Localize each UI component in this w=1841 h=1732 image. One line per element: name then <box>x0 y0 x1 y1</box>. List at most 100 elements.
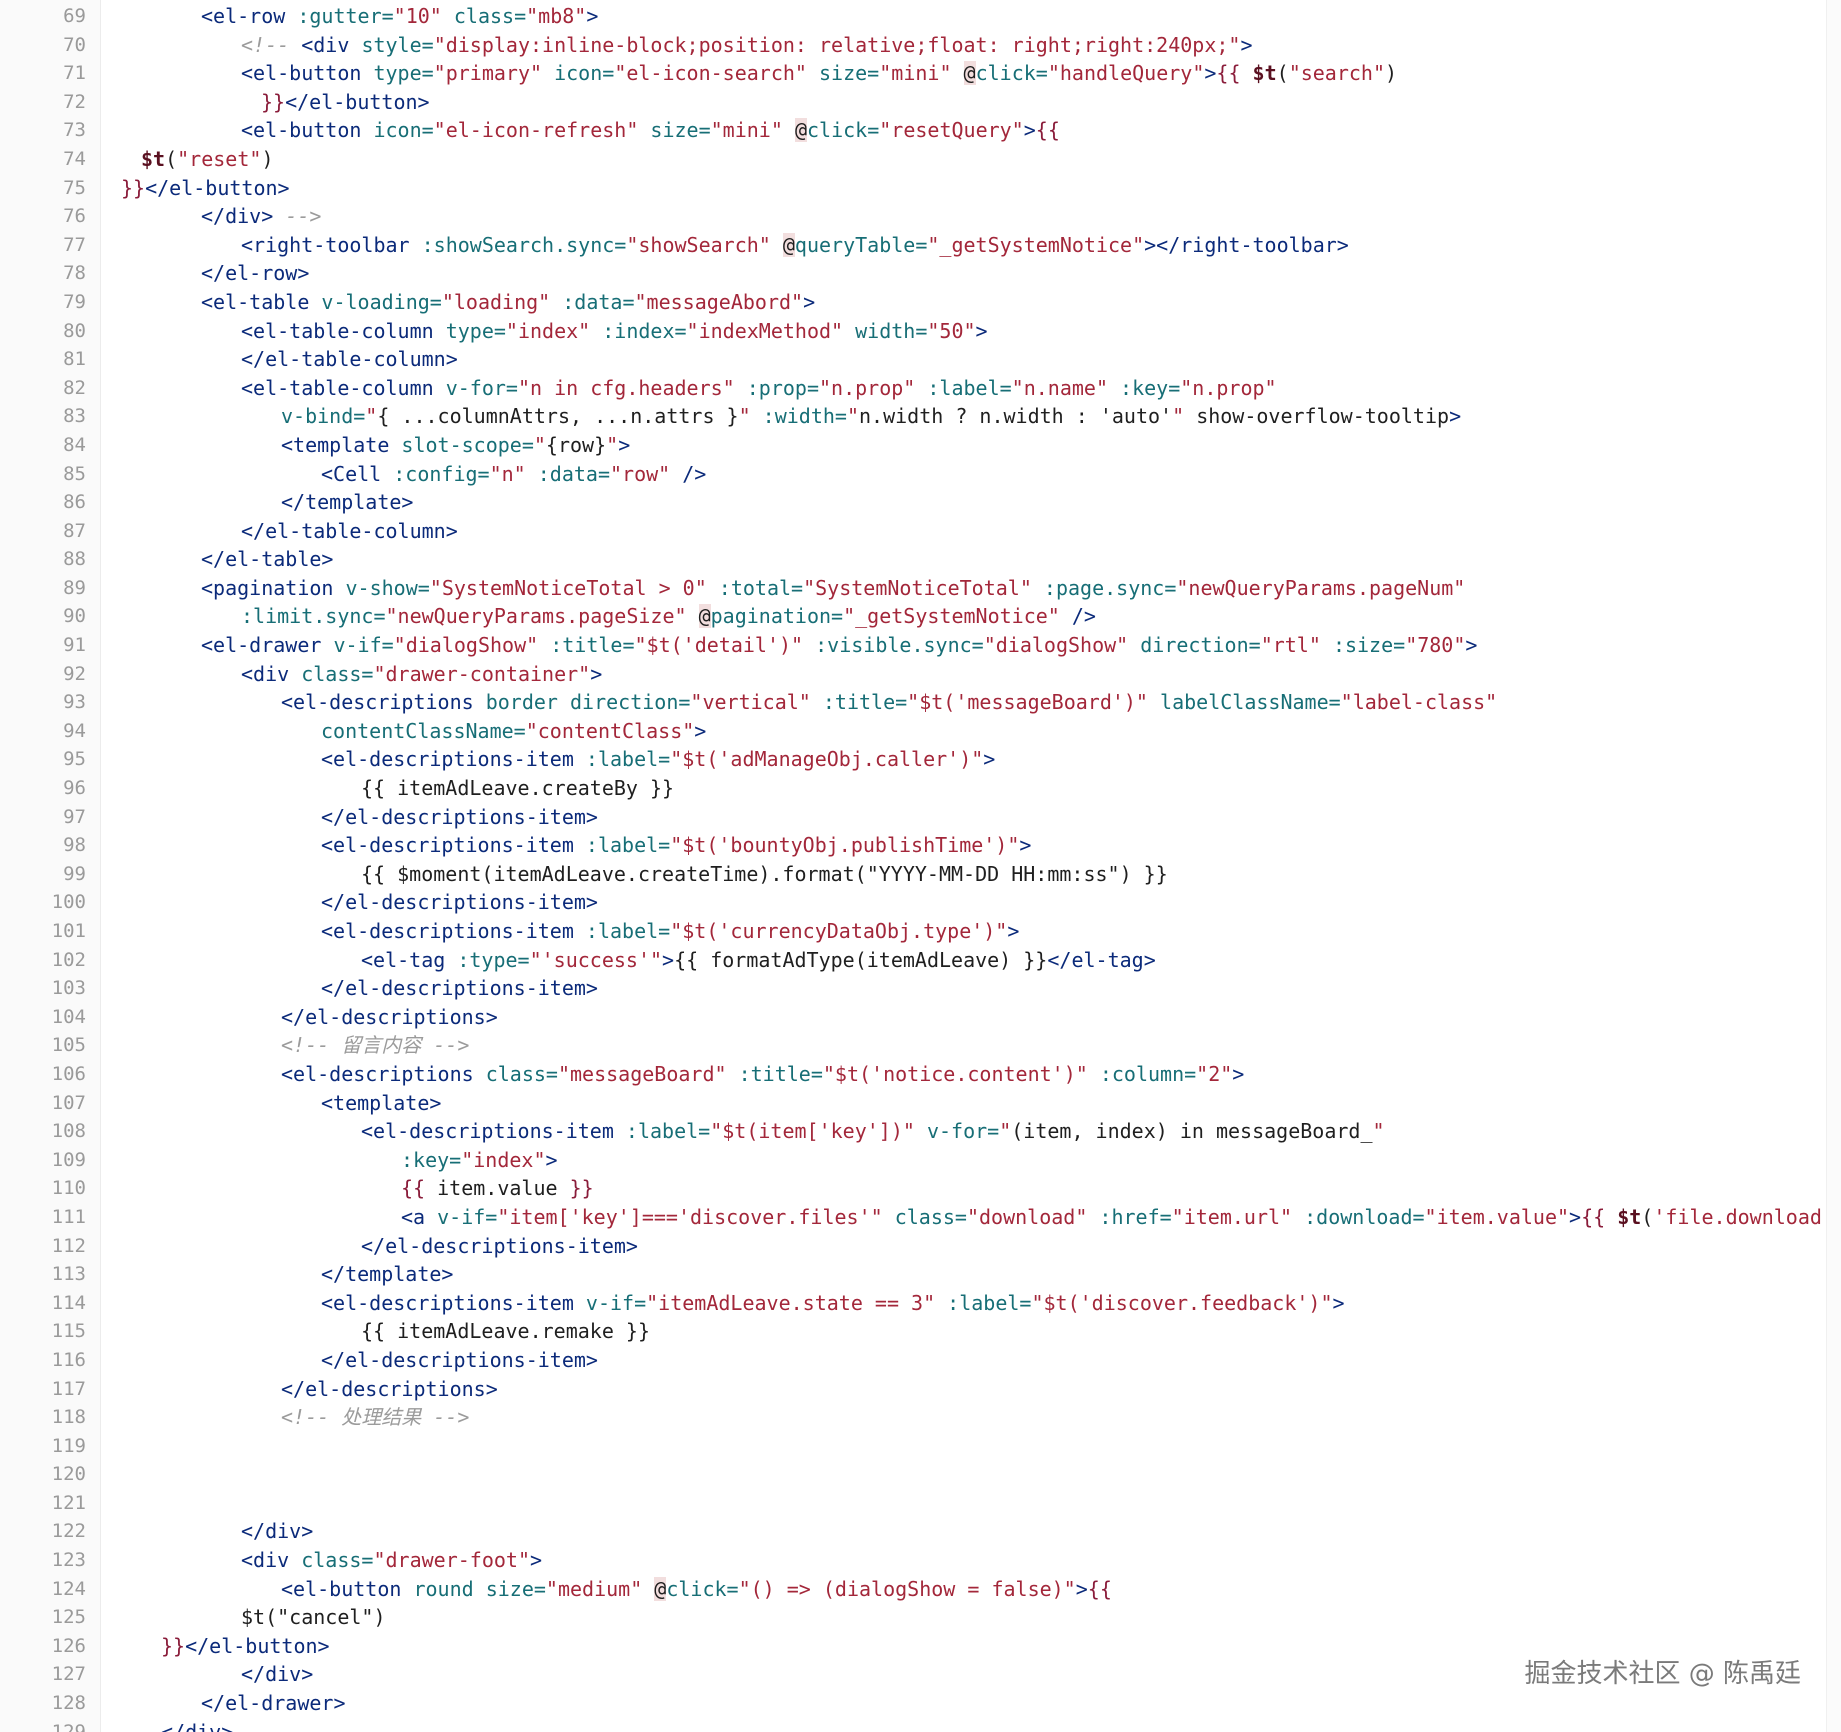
code-text: <el-descriptions-item :label="$t('bounty… <box>321 831 1031 860</box>
code-token: "n.prop" <box>818 375 928 400</box>
code-line: 94 contentClassName="contentClass"> <box>0 717 1827 746</box>
code-editor[interactable]: 69 <el-row :gutter="10" class="mb8"> 70 <!-… <box>0 0 1841 1732</box>
code-line: 71 <el-button type="primary" icon="el-ico… <box>0 59 1827 88</box>
code-token: (item, index) in messageBoard_ <box>1011 1119 1373 1144</box>
code-token: :data= <box>562 289 635 314</box>
line-number: 129 <box>51 1720 86 1732</box>
code-line: 129 </div> <box>0 1718 1827 1732</box>
code-token: }} <box>121 175 146 200</box>
line-number: 116 <box>51 1348 86 1371</box>
code-token: > <box>1332 1290 1345 1315</box>
code-text: {{ itemAdLeave.createBy }} <box>361 774 674 803</box>
code-token: <el-descriptions-item <box>321 747 586 772</box>
code-token: </el-table> <box>201 547 334 572</box>
code-token: pagination= <box>710 604 844 629</box>
code-line: 113 </template> <box>0 1260 1827 1289</box>
code-token: "mb8" <box>526 4 587 28</box>
code-text: </el-descriptions-item> <box>361 1232 638 1261</box>
code-token: "mini" <box>879 61 964 86</box>
code-line: 124 <el-button round size="medium" @click… <box>0 1575 1827 1604</box>
code-token: :visible.sync= <box>815 633 984 658</box>
line-number: 121 <box>51 1491 86 1514</box>
code-token: }} <box>161 1633 186 1658</box>
code-token: > <box>1204 61 1217 86</box>
code-token: :limit.sync= <box>241 604 386 629</box>
code-line: 79 <el-table v-loading="loading" :data="m… <box>0 288 1827 317</box>
code-text: </div> --> <box>201 202 321 231</box>
code-line: 95 <el-descriptions-item :label="$t('adMa… <box>0 745 1827 774</box>
code-text: {{ itemAdLeave.remake }} <box>361 1317 650 1346</box>
code-text: :limit.sync="newQueryParams.pageSize" @p… <box>241 602 1096 631</box>
code-token: "row" <box>610 461 683 486</box>
code-text: </el-descriptions-item> <box>321 974 598 1003</box>
line-number: 118 <box>51 1406 86 1429</box>
code-text: <pagination v-show="SystemNoticeTotal > … <box>201 574 1465 603</box>
code-token: class= <box>485 1061 558 1086</box>
code-token: ) <box>1385 61 1398 86</box>
code-token: :title= <box>738 1061 823 1086</box>
code-token: " <box>533 432 546 457</box>
code-text: <el-descriptions-item :label="$t(item['k… <box>361 1117 1385 1146</box>
code-token: slot-scope= <box>401 432 534 457</box>
code-text: <el-button round size="medium" @click="(… <box>281 1575 1112 1604</box>
code-token: /> <box>1071 604 1096 629</box>
code-token: direction= <box>1140 633 1261 658</box>
code-line: 84 <template slot-scope="{row}"> <box>0 431 1827 460</box>
code-token: " <box>738 404 763 429</box>
line-number: 113 <box>51 1263 86 1286</box>
code-token: </el-button> <box>285 89 430 114</box>
code-line: 101 <el-descriptions-item :label="$t('cur… <box>0 917 1827 946</box>
line-number: 122 <box>51 1520 86 1543</box>
code-token: </el-descriptions-item> <box>321 976 598 1001</box>
line-number: 119 <box>51 1434 86 1457</box>
code-token: :title= <box>550 633 635 658</box>
code-token: "medium" <box>545 1576 655 1601</box>
code-line: 74 $t("reset") <box>0 145 1827 174</box>
line-number: 71 <box>63 62 86 85</box>
code-token: "$t('adManageObj.caller')" <box>670 747 984 772</box>
code-token: width= <box>855 318 928 343</box>
code-token: "n.name" <box>1011 375 1121 400</box>
code-text: :key="index"> <box>401 1146 558 1175</box>
code-line: 128 </el-drawer> <box>0 1689 1827 1718</box>
line-number: 76 <box>63 205 86 228</box>
code-token: <pagination <box>201 575 346 600</box>
code-lines: 69 <el-row :gutter="10" class="mb8"> 70 <!-… <box>0 2 1827 1732</box>
code-token: > <box>1023 118 1036 143</box>
code-line: 115 {{ itemAdLeave.remake }} <box>0 1317 1827 1346</box>
code-token: :label= <box>585 747 671 772</box>
code-token: {{ <box>1087 1576 1112 1601</box>
code-line: 105 <!-- 留言内容 --> <box>0 1031 1827 1060</box>
code-token: "newQueryParams.pageSize" <box>385 604 699 629</box>
code-token: "n in cfg.headers" <box>517 375 747 400</box>
code-line: 122 </div> <box>0 1517 1827 1546</box>
line-number: 111 <box>51 1205 86 1228</box>
code-token: " <box>606 432 619 457</box>
code-line: 118 <!-- 处理结果 --> <box>0 1403 1827 1432</box>
line-number: 120 <box>51 1463 86 1486</box>
code-token: > <box>694 718 707 743</box>
code-text: </template> <box>321 1260 453 1289</box>
line-number: 114 <box>51 1291 86 1314</box>
line-number: 124 <box>51 1577 86 1600</box>
vertical-scrollbar[interactable] <box>1826 0 1841 1732</box>
code-token: <el-descriptions-item <box>321 833 586 858</box>
code-text: <el-descriptions-item :label="$t('adMana… <box>321 745 995 774</box>
code-token: > <box>1465 633 1478 658</box>
code-line: 121 <box>0 1489 1827 1518</box>
code-line: 117 </el-descriptions> <box>0 1375 1827 1404</box>
line-number: 70 <box>63 33 86 56</box>
code-text: <div class="drawer-foot"> <box>241 1546 542 1575</box>
line-number: 84 <box>63 433 86 456</box>
code-token: "reset" <box>177 146 262 171</box>
code-token: :data= <box>537 461 610 486</box>
line-number: 81 <box>63 348 86 371</box>
code-token: "contentClass" <box>525 718 695 743</box>
code-token: "itemAdLeave.state == 3" <box>646 1290 948 1315</box>
code-token: " <box>365 404 378 429</box>
code-token: $t <box>1252 61 1277 86</box>
code-token: > <box>1007 919 1020 943</box>
line-number: 102 <box>51 948 86 971</box>
line-number: 73 <box>63 119 86 142</box>
code-token: > <box>618 432 631 457</box>
